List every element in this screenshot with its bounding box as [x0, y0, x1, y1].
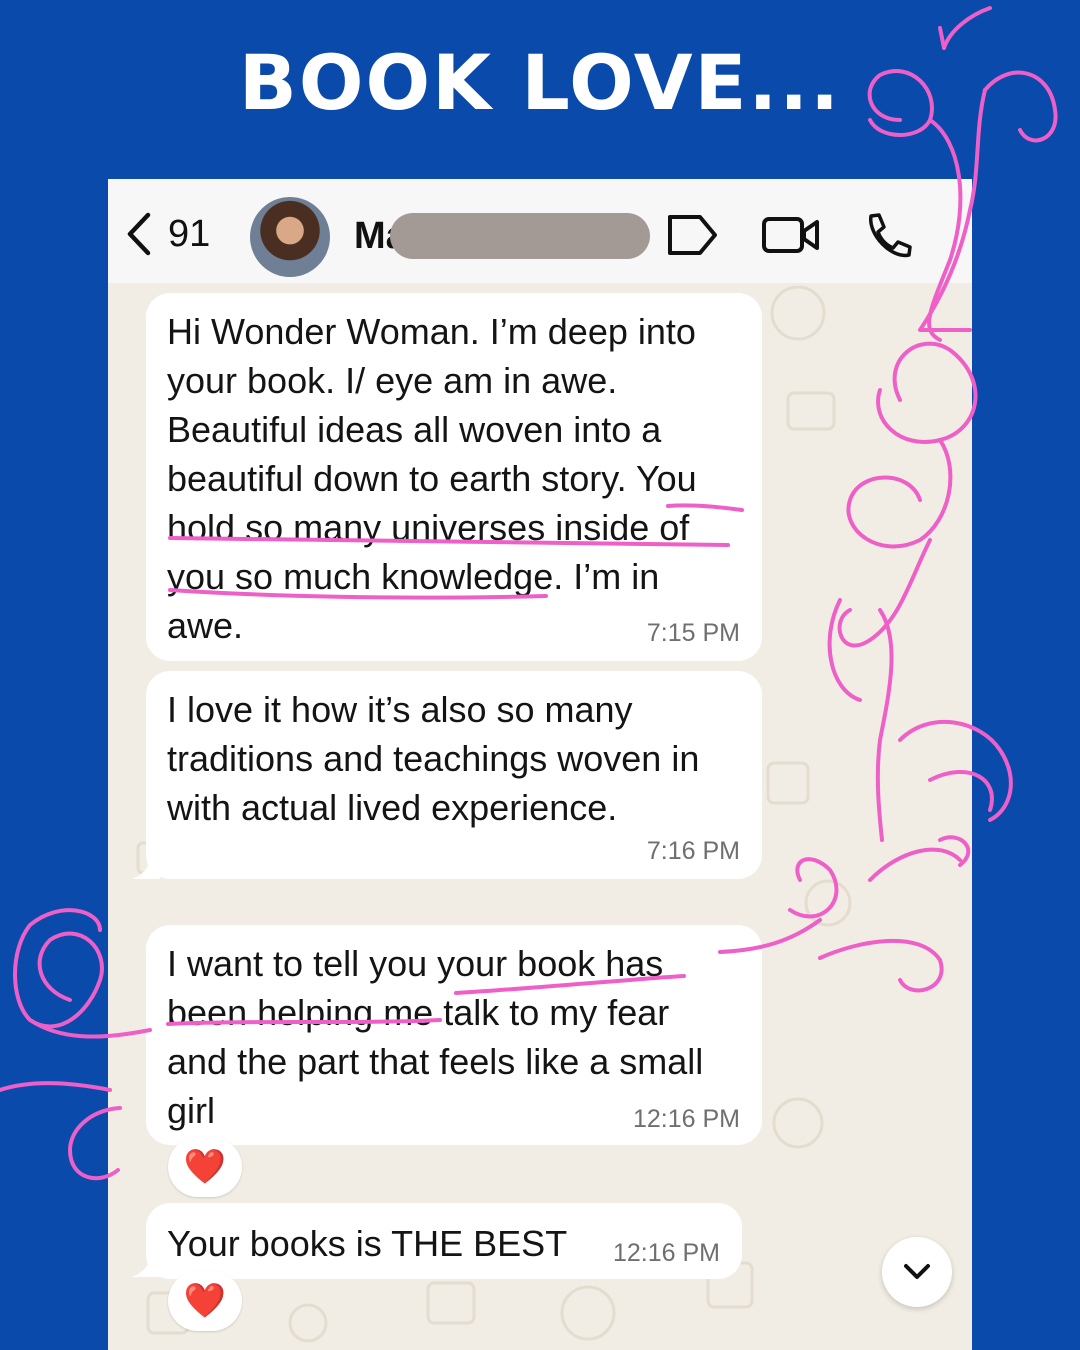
message-bubble[interactable]: I love it how it’s also so many traditio… — [146, 671, 762, 879]
message-text: I love it how it’s also so many traditio… — [167, 689, 700, 828]
heart-reaction-icon: ❤️ — [183, 1147, 227, 1187]
message-bubble[interactable]: I want to tell you your book has been he… — [146, 925, 762, 1145]
phone-icon[interactable] — [862, 211, 914, 263]
redaction-blur — [390, 213, 650, 259]
message-time: 7:16 PM — [646, 837, 740, 865]
message-time: 12:16 PM — [612, 1239, 720, 1267]
chevron-down-icon — [904, 1264, 930, 1279]
reaction-badge[interactable]: ❤️ — [168, 1137, 242, 1197]
message-time: 7:15 PM — [646, 619, 740, 647]
reaction-badge[interactable]: ❤️ — [168, 1271, 242, 1331]
banner-title: BOOK LOVE... — [238, 38, 842, 127]
label-tag-icon[interactable] — [664, 211, 720, 259]
avatar[interactable] — [250, 197, 330, 277]
bubble-tail — [132, 855, 160, 879]
unread-count: 91 — [168, 212, 211, 255]
video-call-icon[interactable] — [760, 211, 822, 259]
scroll-to-bottom-button[interactable] — [882, 1237, 952, 1307]
heart-reaction-icon: ❤️ — [183, 1281, 227, 1321]
bubble-tail — [132, 1253, 160, 1277]
message-bubble[interactable]: Your books is THE BEST 12:16 PM — [146, 1203, 742, 1279]
back-button[interactable]: 91 — [124, 209, 210, 259]
chat-header: 91 Ma — [108, 179, 972, 283]
chat-screen: 91 Ma Hi Wonder Woman. I’m deep into you… — [108, 179, 972, 1350]
back-chevron-icon — [127, 212, 151, 256]
message-text: Hi Wonder Woman. I’m deep into your book… — [167, 311, 697, 646]
message-bubble[interactable]: Hi Wonder Woman. I’m deep into your book… — [146, 293, 762, 661]
message-time: 12:16 PM — [632, 1105, 740, 1133]
